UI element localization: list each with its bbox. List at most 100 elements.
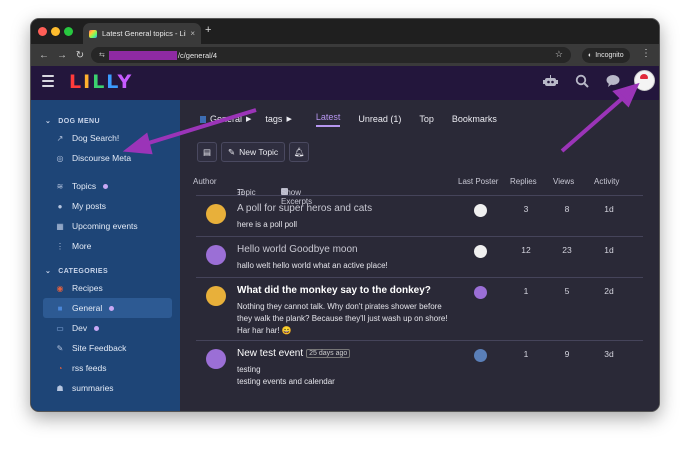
site-logo[interactable]: LILLY — [69, 71, 133, 93]
reload-button[interactable]: ↻ — [71, 50, 89, 61]
tab-bookmarks[interactable]: Bookmarks — [452, 114, 497, 124]
sidebar-item-discourse-meta[interactable]: ◎ Discourse Meta — [43, 148, 172, 168]
summaries-icon: ☗ — [56, 383, 64, 393]
feedback-icon: ✎ — [56, 343, 64, 353]
page-content: ⌄ DOG MENU ↗ Dog Search! ◎ Discourse Met… — [31, 100, 659, 411]
notifications-button[interactable]: 🔔︎ — [289, 142, 310, 162]
sidebar-item-label: Dog Search! — [72, 133, 120, 143]
forward-button[interactable]: → — [53, 50, 71, 61]
sidebar-item-topics[interactable]: ≋ Topics — [43, 176, 172, 196]
sidebar-item-recipes[interactable]: ◉ Recipes — [43, 278, 172, 298]
calendar-icon: ▦ — [56, 221, 64, 231]
navigation-bar: General ▶ tags ▶ Latest Unread (1) Top B… — [180, 100, 659, 138]
category-dropdown[interactable]: General ▶ — [200, 114, 251, 124]
sidebar-item-summaries[interactable]: ☗ summaries — [43, 378, 172, 398]
hamburger-menu-icon[interactable] — [42, 75, 54, 90]
category-color-icon — [200, 115, 206, 123]
logo-letter: L — [92, 71, 107, 93]
dev-icon: ▭ — [56, 323, 64, 333]
dog-menu-heading[interactable]: ⌄ DOG MENU — [31, 114, 180, 128]
sidebar-item-site-feedback[interactable]: ✎ Site Feedback — [43, 338, 172, 358]
tab-unread[interactable]: Unread (1) — [358, 114, 401, 124]
maximize-window-button[interactable] — [64, 27, 73, 36]
replies-count: 3 — [523, 204, 529, 214]
user-avatar[interactable] — [634, 70, 655, 91]
table-row[interactable]: Hello world Goodbye moon hallo welt hell… — [196, 237, 643, 278]
author-avatar[interactable] — [206, 245, 226, 265]
minimize-window-button[interactable] — [51, 27, 60, 36]
sidebar-item-label: Recipes — [72, 283, 103, 293]
new-topic-label: New Topic — [239, 147, 279, 157]
url-input[interactable]: ⇆ /c/general/4 ☆ — [91, 47, 571, 63]
new-topic-button[interactable]: ✎ New Topic — [221, 142, 286, 162]
sidebar-item-upcoming-events[interactable]: ▦ Upcoming events — [43, 216, 172, 236]
last-poster-avatar[interactable] — [474, 245, 487, 258]
tab-latest[interactable]: Latest — [315, 112, 341, 127]
sidebar-item-dev[interactable]: ▭ Dev — [43, 318, 172, 338]
recipes-icon: ◉ — [56, 283, 64, 293]
replies-count: 12 — [521, 245, 531, 255]
tags-dropdown[interactable]: tags ▶ — [265, 114, 291, 124]
tab-close-icon[interactable]: × — [190, 29, 195, 38]
topic-title-link[interactable]: What did the monkey say to the donkey? — [237, 285, 431, 296]
category-label: General — [210, 114, 243, 124]
browser-tab[interactable]: Latest General topics - LillyP × — [83, 23, 201, 44]
topic-title-link[interactable]: A poll for super heros and cats — [237, 203, 372, 214]
bulk-select-button[interactable]: ▤ — [197, 142, 217, 162]
sidebar-item-label: More — [72, 241, 92, 251]
site-settings-icon[interactable]: ⇆ — [99, 51, 105, 59]
activity-time[interactable]: 3d — [594, 349, 624, 359]
author-avatar[interactable] — [206, 349, 226, 369]
chevron-down-icon: ⌄ — [45, 118, 52, 125]
column-views[interactable]: Views — [553, 177, 574, 186]
close-window-button[interactable] — [38, 27, 47, 36]
column-author[interactable]: Author — [193, 177, 217, 186]
url-redacted-block — [108, 50, 177, 60]
sidebar-item-general[interactable]: ■ General — [43, 298, 172, 318]
incognito-indicator[interactable]: ◐ Incognito — [582, 48, 630, 63]
search-icon[interactable] — [575, 74, 589, 91]
site-favicon-icon — [89, 29, 97, 38]
sidebar-item-more[interactable]: ⋮ More — [43, 236, 172, 256]
sidebar-item-my-posts[interactable]: ● My posts — [43, 196, 172, 216]
section-title: DOG MENU — [58, 117, 100, 125]
topic-excerpt: hallo welt hello world what an active pl… — [237, 261, 388, 270]
logo-letter: Y — [117, 71, 134, 93]
sidebar-item-label: summaries — [72, 383, 114, 393]
back-button[interactable]: ← — [35, 50, 53, 61]
column-activity[interactable]: Activity — [594, 177, 619, 186]
tab-top[interactable]: Top — [419, 114, 434, 124]
table-row[interactable]: What did the monkey say to the donkey? N… — [196, 278, 643, 341]
table-row[interactable]: New test event 25 days ago testing testin… — [196, 341, 643, 391]
robot-icon[interactable] — [543, 74, 558, 91]
author-avatar[interactable] — [206, 204, 226, 224]
activity-time[interactable]: 1d — [594, 204, 624, 214]
table-row[interactable]: A poll for super heros and cats here is … — [196, 196, 643, 237]
categories-heading[interactable]: ⌄ CATEGORIES — [31, 264, 180, 278]
sidebar-item-label: My posts — [72, 201, 107, 211]
list-icon: ▤ — [202, 146, 212, 157]
address-bar: ← → ↻ ⇆ /c/general/4 ☆ ◐ Incognito ⋮ — [31, 44, 659, 66]
sidebar-item-rss-feeds[interactable]: ◔ rss feeds — [43, 358, 172, 378]
sidebar-item-dog-search[interactable]: ↗ Dog Search! — [43, 128, 172, 148]
user-icon: ● — [57, 201, 63, 211]
column-replies[interactable]: Replies — [510, 177, 537, 186]
topic-title-link[interactable]: New test event 25 days ago — [237, 348, 351, 359]
event-date-badge: 25 days ago — [306, 349, 351, 358]
bookmark-star-icon[interactable]: ☆ — [555, 49, 563, 60]
topic-title-link[interactable]: Hello world Goodbye moon — [237, 244, 358, 255]
unread-dot — [109, 305, 115, 311]
author-avatar[interactable] — [206, 286, 226, 306]
chat-icon[interactable] — [606, 74, 620, 90]
replies-count: 1 — [523, 286, 529, 296]
sidebar-item-label: Discourse Meta — [72, 153, 132, 163]
last-poster-avatar[interactable] — [474, 204, 487, 217]
activity-time[interactable]: 1d — [594, 245, 624, 255]
incognito-label: Incognito — [595, 52, 624, 59]
last-poster-avatar[interactable] — [474, 349, 487, 362]
new-tab-button[interactable]: + — [205, 24, 211, 36]
browser-menu-icon[interactable]: ⋮ — [641, 48, 651, 59]
layers-icon: ≋ — [56, 181, 64, 191]
last-poster-avatar[interactable] — [474, 286, 487, 299]
activity-time[interactable]: 2d — [594, 286, 624, 296]
